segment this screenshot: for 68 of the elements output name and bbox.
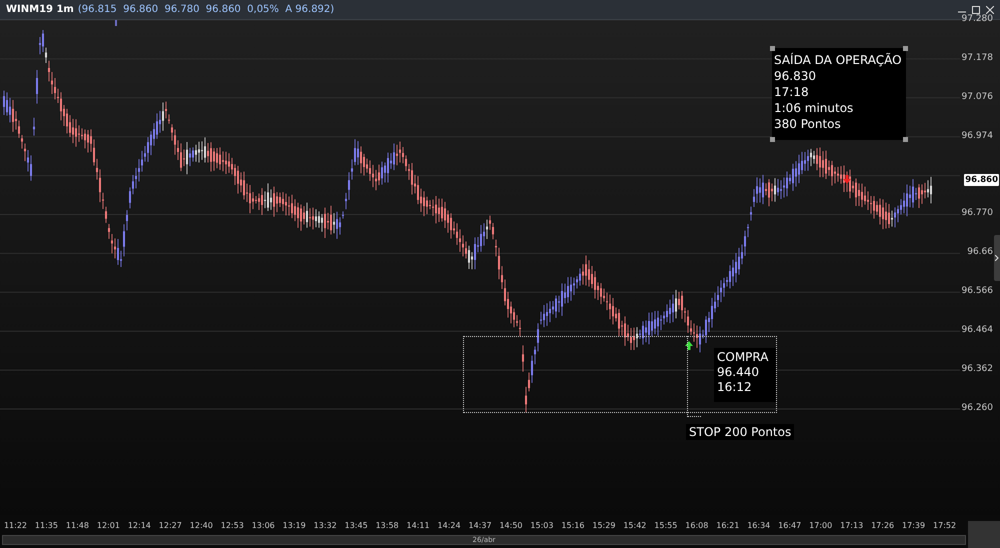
time-tick: 16:47 [777, 520, 802, 530]
time-tick: 16:21 [715, 520, 740, 530]
maximize-icon[interactable] [972, 6, 980, 14]
annotation-text: 17:18 [774, 84, 810, 100]
time-tick: 17:26 [870, 520, 896, 530]
resize-handle[interactable] [770, 137, 775, 142]
entry-annotation[interactable]: COMPRA 96.440 16:12 [714, 348, 776, 402]
time-tick: 12:27 [158, 520, 183, 530]
time-tick: 12:01 [96, 520, 121, 530]
annotation-text: 96.830 [774, 68, 817, 84]
time-tick: 13:06 [250, 520, 276, 530]
time-tick: 17:52 [932, 520, 958, 530]
time-tick: 15:03 [529, 520, 554, 530]
quote-values: (96.815 96.860 96.780 96.860 0,05% A 96.892) [78, 4, 334, 15]
price-tick: 96.260 [962, 402, 993, 414]
time-tick: 14:11 [406, 520, 431, 530]
time-tick: 17:39 [901, 520, 926, 530]
annotation-text: 16:12 [717, 380, 753, 395]
time-tick: 13:32 [312, 520, 338, 530]
cursor-line [115, 20, 117, 26]
time-tick: 15:55 [653, 520, 678, 530]
price-tick: 96.770 [962, 208, 993, 220]
corner-panel [968, 521, 1000, 548]
stop-annotation[interactable]: STOP 200 Pontos [686, 424, 794, 440]
time-tick: 15:29 [591, 520, 616, 530]
price-tick: 97.076 [962, 92, 993, 103]
annotation-text: 96.440 [717, 365, 760, 380]
price-tick: 96.464 [962, 325, 993, 336]
up-arrow-icon [685, 341, 693, 350]
time-tick: 16:08 [684, 520, 710, 530]
price-tick: 96.974 [962, 130, 993, 142]
annotation-text: STOP 200 Pontos [689, 425, 792, 439]
time-tick: 13:19 [282, 520, 307, 530]
chevron-right-icon [995, 255, 999, 261]
resize-handle[interactable] [903, 137, 908, 142]
price-tick: 97.178 [962, 52, 993, 64]
annotation-text: 1:06 minutos [774, 100, 854, 116]
annotation-text: COMPRA [717, 350, 770, 365]
price-tick: 96.566 [962, 286, 993, 298]
price-tick: 96.362 [962, 364, 993, 376]
time-tick: 15:42 [622, 520, 648, 530]
time-tick: 13:45 [344, 520, 369, 530]
price-tick: 97.280 [962, 14, 993, 25]
time-tick: 15:16 [560, 520, 586, 530]
down-arrow-icon [843, 175, 851, 184]
annotation-text: 380 Pontos [774, 116, 842, 132]
resize-handle[interactable] [903, 46, 908, 51]
side-panel-tab[interactable] [994, 235, 1000, 281]
time-tick: 11:35 [34, 520, 59, 530]
close-icon[interactable] [986, 6, 994, 14]
time-tick: 11:48 [64, 520, 90, 530]
exit-annotation[interactable]: SAÍDA DA OPERAÇÃO 96.830 17:18 1:06 minutos 380 Pontos [772, 48, 906, 140]
time-tick: 12:53 [220, 520, 245, 530]
price-tick: 96.66 [967, 247, 993, 258]
last-price-tag: 96.860 [964, 174, 999, 186]
time-tick: 12:40 [188, 520, 214, 530]
time-tick: 13:58 [374, 520, 400, 530]
time-tick: 17:00 [808, 520, 834, 530]
time-tick: 14:50 [498, 520, 524, 530]
time-tick: 14:24 [436, 520, 462, 530]
time-tick: 16:34 [746, 520, 772, 530]
symbol-label: WINM19 1m [6, 4, 74, 15]
time-tick: 12:14 [126, 520, 152, 530]
time-tick: 11:22 [2, 520, 28, 530]
time-tick: 14:37 [467, 520, 493, 530]
annotation-text: SAÍDA DA OPERAÇÃO [774, 52, 903, 68]
time-tick: 17:13 [839, 520, 864, 530]
resize-handle[interactable] [770, 46, 775, 51]
